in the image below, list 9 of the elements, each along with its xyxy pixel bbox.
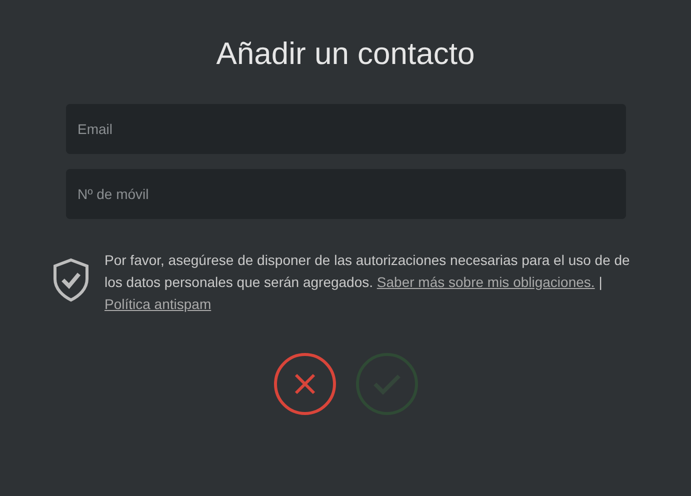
shield-check-icon: [50, 256, 90, 302]
cancel-button[interactable]: [274, 352, 336, 414]
obligations-link[interactable]: Saber más sobre mis obligaciones.: [376, 274, 595, 290]
dialog-title: Añadir un contacto: [216, 35, 475, 73]
close-icon: [294, 372, 316, 394]
phone-field[interactable]: Nº de móvil: [66, 168, 626, 218]
antispam-link[interactable]: Política antispam: [104, 296, 212, 312]
privacy-notice: Por favor, asegúrese de disponer de las autorizaciones necesarias para el uso de de los datos personales que serán agregados. Saber más sobre mis obligaciones. | Política antispam: [104, 250, 631, 314]
email-field[interactable]: Email: [66, 104, 626, 154]
